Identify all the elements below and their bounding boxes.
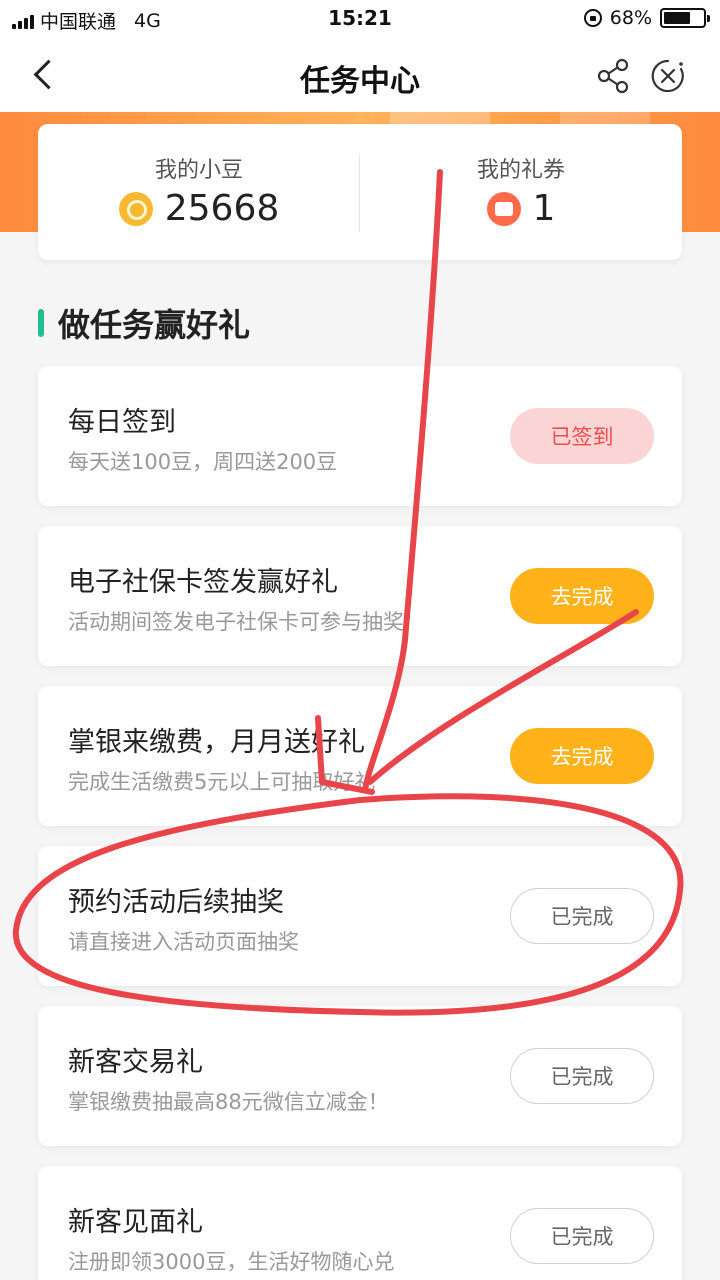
completed-button[interactable]: 已完成 [510, 888, 654, 944]
signed-in-button[interactable]: 已签到 [510, 408, 654, 464]
task-description: 掌银缴费抽最高88元微信立减金！ [68, 1090, 389, 1114]
section-title: 做任务赢好礼 [58, 306, 251, 344]
close-icon[interactable] [648, 56, 688, 96]
coupons-label: 我的礼券 [476, 158, 565, 183]
task-card-reservation-draw: 预约活动后续抽奖 请直接进入活动页面抽奖 已完成 [38, 846, 682, 986]
task-title: 每日签到 [68, 407, 176, 438]
battery-icon [660, 8, 710, 28]
task-title: 预约活动后续抽奖 [68, 887, 284, 918]
coin-icon [118, 191, 153, 226]
beans-summary[interactable]: 我的小豆 25668 [38, 124, 360, 260]
task-card-social-security: 电子社保卡签发赢好礼 活动期间签发电子社保卡可参与抽奖 去完成 [38, 526, 682, 666]
task-title: 新客见面礼 [68, 1207, 203, 1238]
beans-value: 25668 [164, 188, 280, 229]
coupons-value: 1 [532, 188, 556, 229]
coupons-value-row: 1 [360, 188, 682, 229]
task-description: 活动期间签发电子社保卡可参与抽奖 [68, 610, 404, 634]
task-title: 新客交易礼 [68, 1047, 203, 1078]
task-description: 注册即领3000豆，生活好物随心兑 [68, 1250, 395, 1274]
task-description: 请直接进入活动页面抽奖 [68, 930, 299, 954]
beans-label: 我的小豆 [154, 158, 243, 183]
status-right: 68% [583, 7, 710, 29]
status-bar: 中国联通 4G 15:21 68% [0, 0, 720, 36]
completed-button[interactable]: 已完成 [510, 1048, 654, 1104]
nav-bar: 任务中心 [0, 36, 720, 112]
task-card-daily-checkin: 每日签到 每天送100豆，周四送200豆 已签到 [38, 366, 682, 506]
battery-percent: 68% [609, 7, 652, 29]
task-title: 掌银来缴费，月月送好礼 [68, 727, 365, 758]
go-complete-button[interactable]: 去完成 [510, 728, 654, 784]
task-card-new-customer-trade: 新客交易礼 掌银缴费抽最高88元微信立减金！ 已完成 [38, 1006, 682, 1146]
section-header: 做任务赢好礼 [38, 300, 250, 346]
share-icon[interactable] [594, 56, 634, 96]
go-complete-button[interactable]: 去完成 [510, 568, 654, 624]
beans-value-row: 25668 [38, 188, 360, 229]
task-card-bill-payment: 掌银来缴费，月月送好礼 完成生活缴费5元以上可抽取好礼 去完成 [38, 686, 682, 826]
rotation-lock-icon [583, 9, 602, 27]
battery-fill [664, 12, 690, 24]
task-title: 电子社保卡签发赢好礼 [68, 567, 338, 598]
section-accent-bar [38, 309, 44, 337]
ticket-icon [486, 191, 521, 226]
task-card-new-customer-gift: 新客见面礼 注册即领3000豆，生活好物随心兑 已完成 [38, 1166, 682, 1280]
coupons-summary[interactable]: 我的礼券 1 [360, 124, 682, 260]
summary-card: 我的小豆 25668 我的礼券 1 [38, 124, 682, 260]
task-description: 完成生活缴费5元以上可抽取好礼 [68, 770, 376, 794]
completed-button[interactable]: 已完成 [510, 1208, 654, 1264]
task-description: 每天送100豆，周四送200豆 [68, 450, 338, 474]
